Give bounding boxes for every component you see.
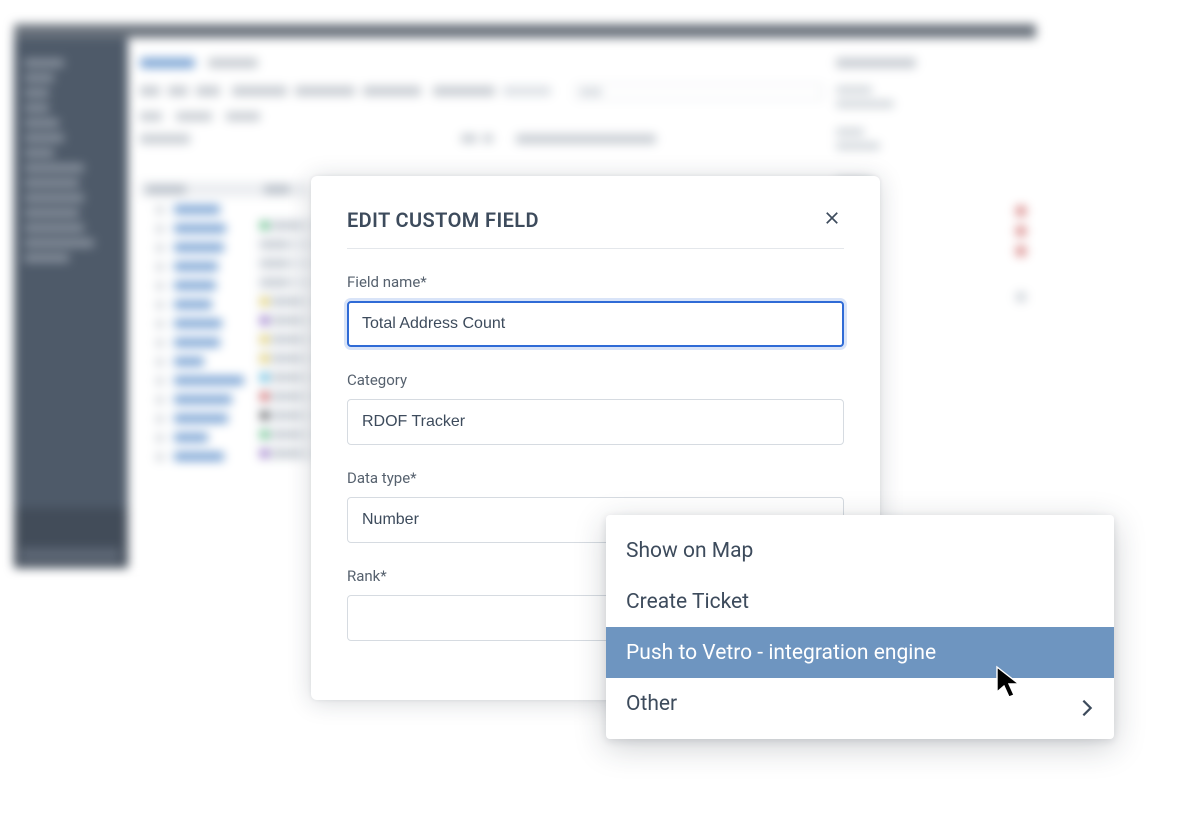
chevron-right-icon [1080, 697, 1094, 711]
menu-item-label: Show on Map [626, 539, 753, 563]
modal-header: EDIT CUSTOM FIELD [347, 208, 844, 249]
menu-item-label: Create Ticket [626, 590, 749, 614]
modal-title: EDIT CUSTOM FIELD [347, 208, 539, 232]
field-name-input[interactable] [347, 301, 844, 347]
data-type-label: Data type* [347, 469, 844, 487]
menu-item-push-to-vetro[interactable]: Push to Vetro - integration engine [606, 627, 1114, 678]
menu-item-other[interactable]: Other [606, 678, 1114, 729]
field-name-group: Field name* [347, 273, 844, 347]
close-button[interactable] [820, 208, 844, 232]
context-menu: Show on Map Create Ticket Push to Vetro … [606, 515, 1114, 739]
field-name-label: Field name* [347, 273, 844, 291]
menu-item-show-on-map[interactable]: Show on Map [606, 525, 1114, 576]
menu-item-label: Other [626, 692, 677, 716]
category-label: Category [347, 371, 844, 389]
menu-item-label: Push to Vetro - integration engine [626, 641, 936, 665]
menu-item-create-ticket[interactable]: Create Ticket [606, 576, 1114, 627]
cursor-pointer-icon [994, 665, 1024, 701]
category-group: Category [347, 371, 844, 445]
close-icon [823, 209, 841, 231]
category-input[interactable] [347, 399, 844, 445]
